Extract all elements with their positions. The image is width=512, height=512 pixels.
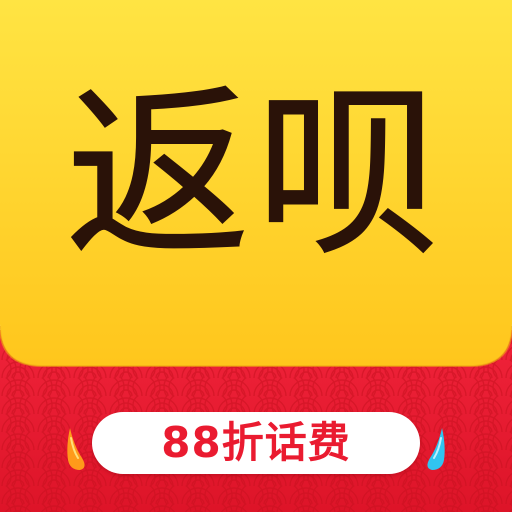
app-name-title: 返呗 <box>65 68 446 282</box>
promo-badge: 88折话费 <box>92 412 420 474</box>
promo-label: 88折话费 <box>161 418 351 467</box>
app-icon[interactable]: 返呗 88折话费 <box>0 0 512 512</box>
